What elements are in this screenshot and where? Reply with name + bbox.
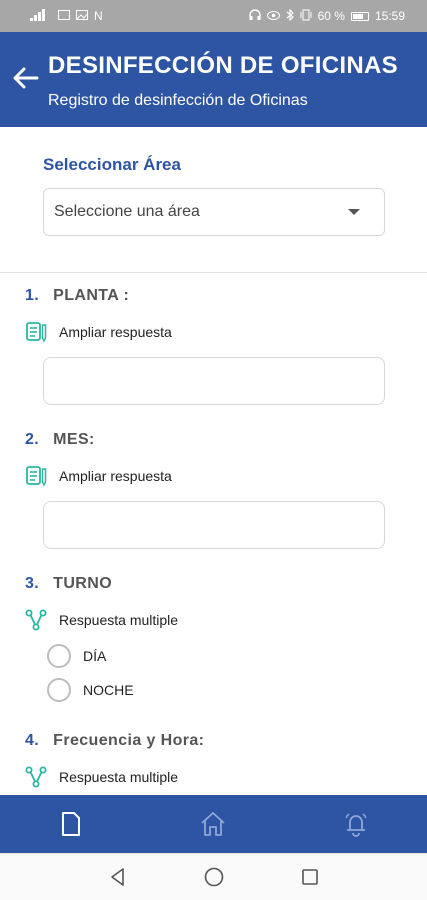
- battery-percent: 60 %: [317, 9, 345, 23]
- area-select-value: Seleccione una área: [54, 203, 200, 220]
- message-icon: [58, 9, 70, 23]
- question-number: 3.: [25, 575, 40, 592]
- area-select[interactable]: Seleccione una área: [43, 188, 385, 236]
- question-label: PLANTA :: [53, 287, 130, 304]
- branch-icon: [25, 766, 47, 788]
- question-title: 4. Frecuencia y Hora:: [25, 732, 405, 750]
- question-type-label: Respuesta multiple: [59, 612, 179, 628]
- back-triangle-icon: [110, 868, 124, 886]
- question-type-label: Respuesta multiple: [59, 769, 179, 785]
- question-title: 3. TURNO: [25, 575, 405, 593]
- signal-icon: [30, 8, 52, 24]
- radio-button[interactable]: [47, 644, 71, 668]
- question-2: 2. MES: Ampliar respuesta: [25, 431, 405, 549]
- status-bar: N 60 % 15:59: [0, 0, 427, 32]
- question-type: Ampliar respuesta: [25, 465, 405, 487]
- page-title: DESINFECCIÓN DE OFICINAS: [48, 52, 398, 79]
- answer-input-mes[interactable]: [43, 501, 385, 549]
- system-back-button[interactable]: [104, 863, 132, 891]
- status-left: N: [30, 8, 104, 24]
- document-pen-icon: [26, 466, 47, 487]
- document-icon: [62, 812, 81, 836]
- bell-icon: [345, 813, 367, 837]
- radio-group-turno: DÍA NOCHE: [25, 639, 405, 707]
- radio-label: DÍA: [83, 648, 107, 664]
- system-recents-button[interactable]: [296, 863, 324, 891]
- question-label: TURNO: [53, 575, 113, 592]
- nav-notifications-button[interactable]: [326, 795, 386, 853]
- status-right: 60 % 15:59: [248, 8, 405, 24]
- question-title: 1. PLANTA :: [25, 287, 405, 305]
- question-type-label: Ampliar respuesta: [59, 324, 172, 340]
- home-icon: [201, 812, 226, 836]
- image-icon: [76, 9, 88, 23]
- form-content[interactable]: Seleccionar Área Seleccione una área 1. …: [0, 127, 427, 795]
- app-header: DESINFECCIÓN DE OFICINAS Registro de des…: [0, 32, 427, 127]
- system-home-button[interactable]: [200, 863, 228, 891]
- question-number: 2.: [25, 431, 40, 448]
- question-number: 4.: [25, 732, 40, 749]
- radio-label: NOCHE: [83, 682, 134, 698]
- question-type: Respuesta multiple: [25, 609, 405, 631]
- question-title: 2. MES:: [25, 431, 405, 449]
- question-number: 1.: [25, 287, 40, 304]
- question-label: Frecuencia y Hora:: [53, 732, 205, 749]
- question-label: MES:: [53, 431, 95, 448]
- vibrate-icon: [300, 9, 312, 24]
- radio-option-dia[interactable]: DÍA: [47, 639, 405, 673]
- branch-icon: [25, 609, 47, 631]
- question-type: Respuesta multiple: [25, 766, 405, 788]
- question-3: 3. TURNO Respuesta multiple DÍA NOCHE: [25, 575, 405, 707]
- nav-home-button[interactable]: [183, 795, 243, 853]
- radio-button[interactable]: [47, 678, 71, 702]
- nav-documents-button[interactable]: [41, 795, 101, 853]
- headphones-icon: [248, 9, 261, 23]
- question-type: Ampliar respuesta: [25, 321, 405, 343]
- dropdown-caret-icon: [348, 209, 360, 215]
- bottom-nav: [0, 795, 427, 853]
- status-n-text: N: [94, 9, 104, 23]
- clock-time: 15:59: [374, 9, 405, 23]
- recents-square-icon: [301, 869, 318, 885]
- area-label: Seleccionar Área: [43, 155, 181, 174]
- eye-icon: [266, 9, 280, 23]
- page-subtitle: Registro de desinfección de Oficinas: [48, 92, 308, 109]
- document-pen-icon: [26, 322, 47, 343]
- bluetooth-icon: [286, 8, 294, 24]
- battery-icon: [350, 11, 369, 21]
- question-4: 4. Frecuencia y Hora: Respuesta multiple: [25, 732, 405, 788]
- arrow-left-icon: [13, 67, 39, 89]
- radio-option-noche[interactable]: NOCHE: [47, 673, 405, 707]
- question-type-label: Ampliar respuesta: [59, 468, 172, 484]
- divider: [0, 272, 427, 273]
- answer-input-planta[interactable]: [43, 357, 385, 405]
- home-circle-icon: [204, 867, 223, 887]
- system-nav: [0, 853, 427, 900]
- question-1: 1. PLANTA : Ampliar respuesta: [25, 287, 405, 405]
- back-button[interactable]: [12, 64, 40, 92]
